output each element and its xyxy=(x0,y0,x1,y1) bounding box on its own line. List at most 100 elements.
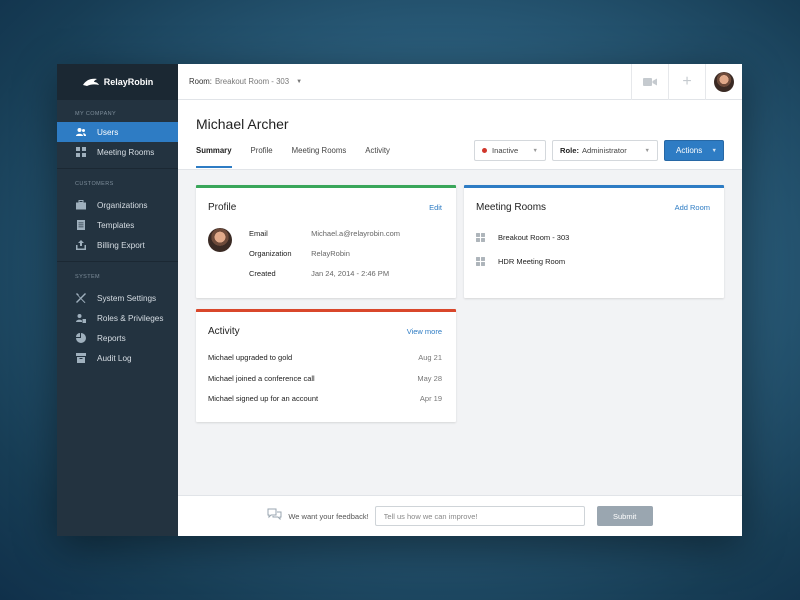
room-name: HDR Meeting Room xyxy=(498,257,566,266)
meeting-rooms-card: Meeting Rooms Add Room Breakout Room - 3… xyxy=(464,185,724,298)
pie-chart-icon xyxy=(75,333,86,344)
users-icon xyxy=(75,127,86,138)
status-select[interactable]: Inactive ▼ xyxy=(474,140,546,161)
grid-icon xyxy=(476,257,485,266)
briefcase-icon xyxy=(75,200,86,211)
sidebar-item-templates[interactable]: Templates xyxy=(57,215,178,235)
grid-icon xyxy=(75,147,86,158)
video-call-button[interactable] xyxy=(631,64,668,100)
list-item: Michael joined a conference call May 28 xyxy=(208,374,442,383)
sidebar-item-organizations[interactable]: Organizations xyxy=(57,195,178,215)
activity-text: Michael joined a conference call xyxy=(208,374,315,383)
sidebar-item-audit-log[interactable]: Audit Log xyxy=(57,348,178,368)
avatar xyxy=(714,71,734,92)
header-controls: Inactive ▼ Role: Administrator ▼ Actions … xyxy=(474,140,724,161)
profile-field-organization: Organization RelayRobin xyxy=(249,249,350,258)
caret-down-icon: ▼ xyxy=(711,147,717,154)
status-value-wrap: Inactive xyxy=(482,146,518,155)
plus-icon: + xyxy=(682,72,692,90)
room-selector[interactable]: Room: Breakout Room - 303 ▼ xyxy=(178,77,631,86)
sidebar-item-billing-export[interactable]: Billing Export xyxy=(57,235,178,255)
feedback-input[interactable] xyxy=(374,506,585,526)
list-item[interactable]: HDR Meeting Room xyxy=(476,257,565,266)
sidebar-item-label: Organizations xyxy=(97,200,148,210)
status-value: Inactive xyxy=(492,146,519,155)
bird-logo-icon xyxy=(82,78,99,86)
brand-name: RelayRobin xyxy=(103,77,154,87)
role-select[interactable]: Role: Administrator ▼ xyxy=(552,140,658,161)
caret-down-icon: ▼ xyxy=(532,147,538,154)
room-label: Room: xyxy=(189,77,212,86)
tab-summary[interactable]: Summary xyxy=(196,146,232,168)
archive-icon xyxy=(75,353,86,364)
sidebar-item-users[interactable]: Users xyxy=(57,122,178,142)
card-title: Meeting Rooms xyxy=(476,202,547,213)
list-item: Michael upgraded to gold Aug 21 xyxy=(208,353,442,362)
card-title: Activity xyxy=(208,326,240,337)
activity-date: Aug 21 xyxy=(418,353,442,362)
grid-icon xyxy=(476,233,485,242)
tab-profile[interactable]: Profile xyxy=(251,146,273,168)
sidebar-item-system-settings[interactable]: System Settings xyxy=(57,288,178,308)
activity-date: May 28 xyxy=(417,374,442,383)
profile-card: Profile Edit Email Michael.a@relayrobin.… xyxy=(196,185,456,298)
view-more-link[interactable]: View more xyxy=(407,327,442,336)
room-name: Breakout Room - 303 xyxy=(498,233,570,242)
tab-meeting-rooms[interactable]: Meeting Rooms xyxy=(292,146,347,168)
card-title: Profile xyxy=(208,202,237,213)
sidebar-item-meeting-rooms[interactable]: Meeting Rooms xyxy=(57,142,178,162)
page-title: Michael Archer xyxy=(196,116,289,132)
tab-bar: Summary Profile Meeting Rooms Activity xyxy=(196,146,390,168)
list-item: Michael signed up for an account Apr 19 xyxy=(208,394,442,403)
role-value-wrap: Role: Administrator xyxy=(560,146,627,155)
sidebar-item-label: Roles & Privileges xyxy=(97,313,164,323)
edit-link[interactable]: Edit xyxy=(429,203,442,212)
field-key: Created xyxy=(249,269,276,278)
field-value: RelayRobin xyxy=(311,249,350,258)
room-value: Breakout Room - 303 xyxy=(214,77,290,86)
feedback-text: We want your feedback! xyxy=(288,511,369,521)
document-icon xyxy=(75,220,86,231)
sidebar-item-roles-privileges[interactable]: Roles & Privileges xyxy=(57,308,178,328)
sidebar-item-label: Templates xyxy=(97,220,135,230)
sidebar-item-label: Users xyxy=(97,127,119,137)
add-button[interactable]: + xyxy=(668,64,705,100)
profile-field-email: Email Michael.a@relayrobin.com xyxy=(249,229,400,238)
sidebar-item-label: Reports xyxy=(97,333,126,343)
video-camera-icon xyxy=(643,77,657,86)
export-icon xyxy=(75,240,86,251)
tools-icon xyxy=(75,293,86,304)
list-item[interactable]: Breakout Room - 303 xyxy=(476,233,569,242)
activity-date: Apr 19 xyxy=(419,394,442,403)
activity-card: Activity View more Michael upgraded to g… xyxy=(196,309,456,422)
user-menu-button[interactable] xyxy=(705,64,742,100)
field-value: Jan 24, 2014 - 2:46 PM xyxy=(311,269,390,278)
actions-label: Actions xyxy=(676,146,703,155)
activity-text: Michael upgraded to gold xyxy=(208,353,293,362)
add-room-link[interactable]: Add Room xyxy=(675,203,710,212)
status-dot-icon xyxy=(482,148,487,153)
profile-field-created: Created Jan 24, 2014 - 2:46 PM xyxy=(249,269,389,278)
sidebar-item-label: Meeting Rooms xyxy=(97,147,155,157)
role-value: Administrator xyxy=(581,146,627,155)
user-lock-icon xyxy=(75,313,86,324)
avatar xyxy=(208,228,232,252)
activity-text: Michael signed up for an account xyxy=(208,394,319,403)
actions-button[interactable]: Actions ▼ xyxy=(664,140,724,161)
user-header: Michael Archer Summary Profile Meeting R… xyxy=(178,100,742,170)
sidebar: RelayRobin My Company Users Meeting Room… xyxy=(57,64,178,536)
submit-button[interactable]: Submit xyxy=(596,506,653,526)
feedback-bar: We want your feedback! Submit xyxy=(178,495,742,536)
field-key: Organization xyxy=(249,249,292,258)
sidebar-item-reports[interactable]: Reports xyxy=(57,328,178,348)
role-label: Role: xyxy=(560,146,579,155)
topbar: Room: Breakout Room - 303 ▼ + xyxy=(178,64,742,100)
field-key: Email xyxy=(249,229,268,238)
tab-activity[interactable]: Activity xyxy=(365,146,390,168)
sidebar-item-label: System Settings xyxy=(97,293,157,303)
chat-bubbles-icon xyxy=(267,507,282,525)
caret-down-icon: ▼ xyxy=(296,78,303,85)
brand-logo[interactable]: RelayRobin xyxy=(57,64,178,100)
sidebar-item-label: Billing Export xyxy=(97,240,145,250)
app-window: RelayRobin My Company Users Meeting Room… xyxy=(57,64,742,536)
